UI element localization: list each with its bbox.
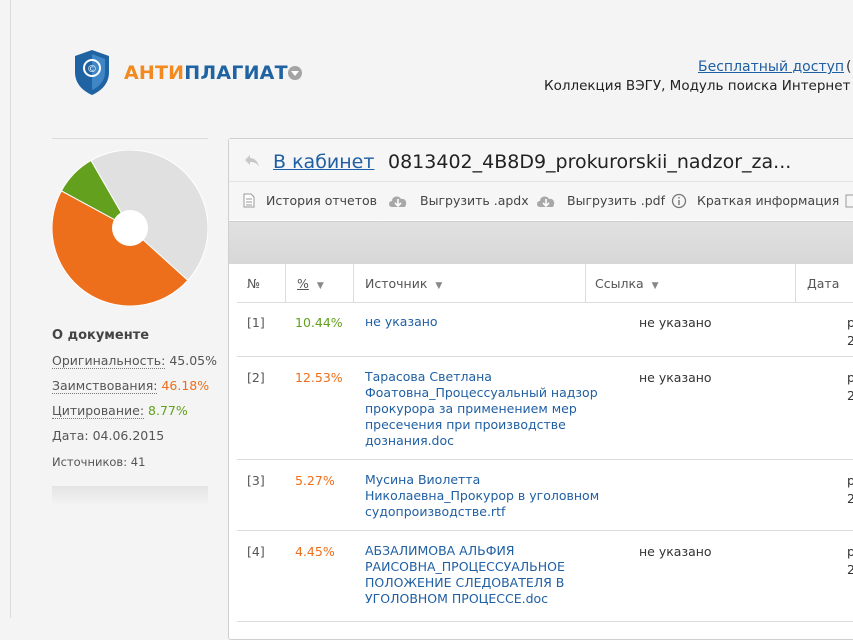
row-date: р2 [847,314,853,350]
left-panel-footer [52,486,208,506]
row-date: р2 [847,543,853,579]
export-apdx-button[interactable]: Выгрузить .apdx [420,193,529,208]
row-date-line2: 2 [847,388,853,403]
stat-originality: Оригинальность: 45.05% [52,353,217,369]
cite-value: 8.77% [148,403,188,418]
info-icon [671,193,687,209]
row-num: [1] [247,315,265,330]
row-pct: 10.44% [295,315,343,330]
sort-icon: ▼ [435,281,443,291]
collection-info: Коллекция ВЭГУ, Модуль поиска Интернет [544,78,851,94]
row-date-line1: р [847,473,853,488]
report-toolbar: История отчетов Выгрузить .apdx Выгрузит… [229,182,853,220]
col-link-label: Ссылка [595,276,644,291]
left-panel-divider [52,138,208,139]
cloud-download-icon [537,196,555,208]
cloud-download-icon [389,196,407,208]
row-date-line1: р [847,544,853,559]
borrow-value: 46.18% [161,378,210,393]
table-row[interactable]: [3] 5.27% Мусина Виолетта Николаевна_Про… [237,460,853,531]
back-arrow-icon[interactable] [243,152,261,170]
stat-sources: Источников: 41 [52,455,145,469]
row-source[interactable]: АБЗАЛИМОВА АЛЬФИЯ РАИСОВНА_ПРОЦЕССУАЛЬНО… [365,543,595,607]
borrow-label[interactable]: Заимствования: [52,378,158,394]
report-band [229,221,853,264]
svg-text:©: © [87,64,97,75]
row-pct: 4.45% [295,544,335,559]
table-row[interactable]: [2] 12.53% Тарасова Светлана Фоатовна_Пр… [237,357,853,460]
row-date: р2 [847,369,853,405]
sort-icon: ▼ [651,281,659,291]
col-separator [795,264,796,302]
table-row[interactable]: [1] 10.44% не указано не указано р2 [237,302,853,357]
row-source[interactable]: не указано [365,314,625,330]
page-left-border [10,0,11,618]
originality-value: 45.05% [169,353,217,368]
row-num: [4] [247,544,265,559]
report-pie-chart [52,150,208,306]
document-icon [243,193,255,208]
antiplagiat-logo[interactable]: © АНТИПЛАГИАТ [72,48,312,100]
row-date-line1: р [847,315,853,330]
row-date-line2: 2 [847,333,853,348]
cabinet-link[interactable]: В кабинет [273,151,374,173]
table-header: № % ▼ Источник ▼ Ссылка ▼ Дата [237,264,853,303]
shield-logo-icon: © [75,50,109,95]
brief-info-button[interactable]: Краткая информация [697,193,839,208]
date-value: 04.06.2015 [92,428,165,443]
row-pct: 5.27% [295,473,335,488]
col-pct[interactable]: % ▼ [297,276,324,291]
sources-label: Источников: [52,455,128,469]
row-num: [2] [247,370,265,385]
col-source-label: Источник [365,276,428,291]
row-link: не указано [639,370,712,385]
col-source[interactable]: Источник ▼ [365,276,442,291]
pie-hole [112,210,148,246]
sort-desc-icon: ▼ [316,281,324,291]
cite-label[interactable]: Цитирование: [52,403,145,419]
stat-citation: Цитирование: 8.77% [52,403,188,419]
row-link: не указано [639,544,712,559]
free-access-link[interactable]: Бесплатный доступ [698,59,844,75]
history-button[interactable]: История отчетов [266,193,377,208]
col-date[interactable]: Дата [807,276,839,291]
row-date-line2: 2 [847,491,853,506]
logo-text: АНТИПЛАГИАТ [124,62,288,84]
col-separator [285,264,286,302]
sources-value: 41 [130,455,146,469]
about-title: О документе [52,328,150,343]
stat-date: Дата: 04.06.2015 [52,428,164,443]
row-source[interactable]: Мусина Виолетта Николаевна_Прокурор в уг… [365,472,615,520]
col-separator [353,264,354,302]
row-pct: 12.53% [295,370,343,385]
col-num[interactable]: № [247,276,260,291]
row-date-line1: р [847,370,853,385]
report-card: В кабинет 0813402_4B8D9_prokurorskii_nad… [228,138,853,640]
col-pct-label: % [297,276,309,291]
originality-label[interactable]: Оригинальность: [52,353,166,369]
row-source[interactable]: Тарасова Светлана Фоатовна_Процессуальны… [365,369,615,449]
row-date-line2: 2 [847,562,853,577]
date-label: Дата: [52,428,89,443]
document-name: 0813402_4B8D9_prokurorskii_nadzor_za... [388,151,792,173]
logo-dropdown-icon[interactable] [288,66,302,80]
col-separator [585,264,586,302]
row-link: не указано [639,315,712,330]
table-row[interactable]: [4] 4.45% АБЗАЛИМОВА АЛЬФИЯ РАИСОВНА_ПРО… [237,531,853,622]
more-icon[interactable] [845,193,853,209]
row-num: [3] [247,473,265,488]
stat-borrowing: Заимствования: 46.18% [52,378,210,394]
export-pdf-button[interactable]: Выгрузить .pdf [567,193,665,208]
col-link[interactable]: Ссылка ▼ [595,276,659,291]
card-titlebar: В кабинет 0813402_4B8D9_prokurorskii_nad… [229,139,853,182]
free-access-paren: ( [846,59,852,75]
row-date: р2 [847,472,853,508]
